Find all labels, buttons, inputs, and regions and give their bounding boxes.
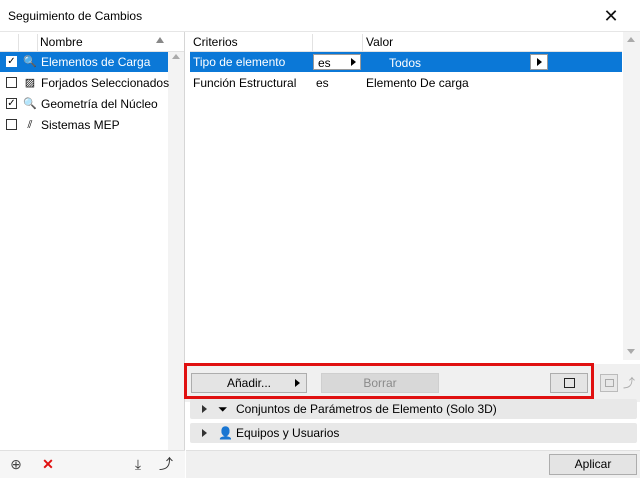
- column-divider: [37, 34, 38, 52]
- dropdown-arrow-icon: [351, 58, 356, 66]
- expand-arrow-icon: [202, 429, 207, 437]
- list-item-label: Sistemas MEP: [41, 118, 120, 132]
- operator-dropdown[interactable]: es: [313, 54, 361, 70]
- redo-arrow-icon[interactable]: ⤴: [620, 374, 638, 392]
- list-item-label: Forjados Seleccionados: [41, 76, 170, 90]
- section-parameter-sets[interactable]: ⏷ Conjuntos de Parámetros de Elemento (S…: [190, 399, 637, 419]
- list-item-label: Elementos de Carga: [41, 55, 151, 69]
- window-title: Seguimiento de Cambios: [8, 9, 143, 23]
- frame-icon: [605, 379, 614, 387]
- criteria-header: [190, 34, 622, 52]
- value-text: Todos: [389, 56, 422, 70]
- column-divider: [362, 34, 363, 52]
- scroll-up-icon[interactable]: [172, 54, 180, 59]
- magnifier-element-icon: 🔍: [23, 98, 37, 110]
- value-text: Elemento De carga: [366, 76, 469, 90]
- new-tracker-icon[interactable]: ⊕: [6, 454, 26, 474]
- column-header-value: Valor: [366, 35, 394, 49]
- list-item-label: Geometría del Núcleo: [41, 97, 158, 111]
- close-icon[interactable]: ✕: [596, 2, 626, 30]
- column-header-name[interactable]: Nombre: [40, 35, 83, 49]
- scroll-down-icon[interactable]: [627, 349, 635, 354]
- export-icon[interactable]: ⤴: [156, 454, 176, 474]
- delete-tracker-icon[interactable]: ✕: [38, 454, 58, 474]
- mep-systems-icon: ⫽: [27, 119, 33, 131]
- list-scrollbar[interactable]: [168, 52, 184, 450]
- scroll-up-icon[interactable]: [627, 37, 635, 42]
- column-divider: [18, 34, 19, 52]
- checkbox[interactable]: [6, 77, 17, 88]
- checkbox[interactable]: ✓: [6, 56, 17, 67]
- value-dropdown[interactable]: Todos: [366, 54, 548, 70]
- user-icon: 👤: [218, 426, 233, 440]
- section-label: Equipos y Usuarios: [236, 426, 340, 440]
- sort-ascending-icon[interactable]: [156, 37, 164, 43]
- apply-button[interactable]: Aplicar: [549, 454, 637, 475]
- magnifier-element-icon: 🔍: [23, 56, 37, 68]
- column-divider: [312, 34, 313, 52]
- filter-icon: ⏷: [218, 402, 228, 416]
- criterion-label: Tipo de elemento: [193, 55, 286, 69]
- section-teams-users[interactable]: 👤 Equipos y Usuarios: [190, 423, 637, 443]
- criterion-label: Función Estructural: [193, 76, 297, 90]
- criteria-row[interactable]: Tipo de elemento es Todos: [190, 52, 622, 72]
- operator-value: es: [316, 76, 329, 90]
- highlight-box: [184, 363, 594, 399]
- list-item[interactable]: ⫽ Sistemas MEP: [0, 115, 168, 135]
- list-item[interactable]: ✓ 🔍 Geometría del Núcleo: [0, 94, 168, 114]
- slab-hatch-icon: ▨: [24, 77, 36, 89]
- checkbox[interactable]: [6, 119, 17, 130]
- checkbox[interactable]: ✓: [6, 98, 17, 109]
- column-header-criteria: Criterios: [193, 35, 238, 49]
- value-dropdown-button[interactable]: [530, 54, 548, 70]
- import-icon[interactable]: ⤓: [128, 454, 148, 474]
- frame-toggle-button[interactable]: [600, 374, 618, 392]
- criteria-row[interactable]: Función Estructural es Elemento De carga: [190, 73, 622, 93]
- list-item[interactable]: ▨ Forjados Seleccionados: [0, 73, 170, 93]
- expand-arrow-icon: [202, 405, 207, 413]
- section-label: Conjuntos de Parámetros de Elemento (Sol…: [236, 402, 497, 416]
- dropdown-arrow-icon: [537, 58, 542, 66]
- criteria-scrollbar[interactable]: [623, 32, 640, 360]
- list-item[interactable]: ✓ 🔍 Elementos de Carga: [0, 52, 168, 72]
- operator-value: es: [318, 56, 331, 70]
